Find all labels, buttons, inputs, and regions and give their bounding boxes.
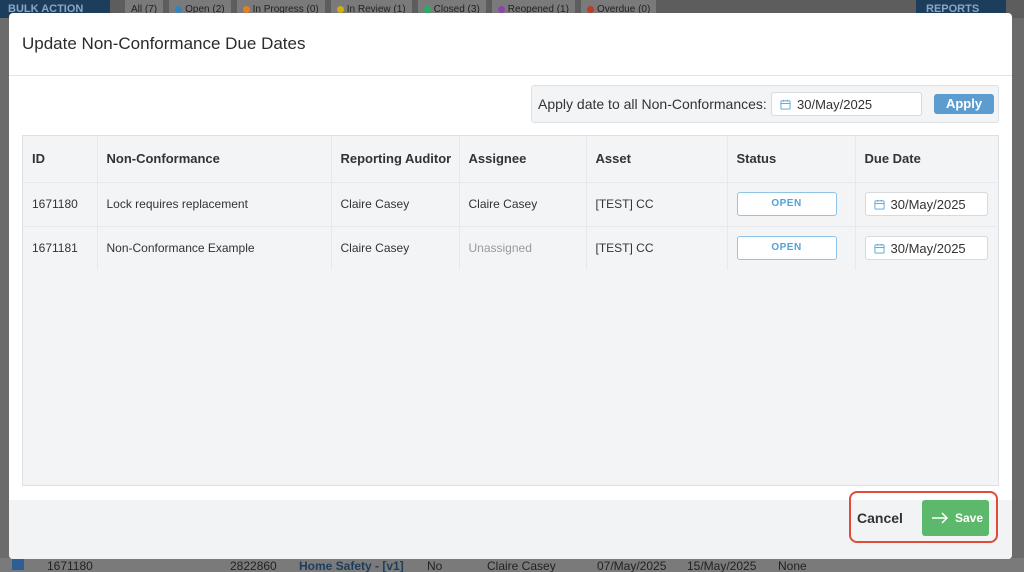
update-due-dates-modal: Update Non-Conformance Due Dates Apply d… [9,13,1012,559]
apply-date-panel: Apply date to all Non-Conformances: 30/M… [531,85,999,123]
apply-date-value: 30/May/2025 [797,96,873,112]
due-date-input[interactable]: 30/May/2025 [864,192,988,216]
column-header-assignee: Assignee [458,136,586,182]
table-row: 1671181 Non-Conformance Example Claire C… [23,225,997,270]
apply-button[interactable]: Apply [934,94,994,114]
due-date-input[interactable]: 30/May/2025 [864,236,988,261]
status-dot-icon [586,5,594,13]
calendar-icon [873,243,885,254]
status-dot-icon [242,5,250,13]
table-row: 1671180 Lock requires replacement Claire… [23,181,997,226]
arrow-right-icon [932,512,949,524]
row-flag: No [427,559,443,572]
row-assignee: None [778,559,807,572]
cell-non-conformance: Non-Conformance Example [96,225,331,270]
column-header-id: ID [32,151,45,167]
cell-status: OPEN [726,181,855,226]
modal-title: Update Non-Conformance Due Dates [22,34,306,53]
row-due: 15/May/2025 [687,559,757,572]
row-number: 2822860 [230,559,277,572]
non-conformance-table: ID Non-Conformance Reporting Auditor Ass… [22,135,999,486]
cell-reporting-auditor: Claire Casey [330,181,459,226]
calendar-icon [873,199,885,210]
cell-status: OPEN [726,225,855,270]
column-header-asset: Asset [585,136,727,182]
save-button-label: Save [955,511,984,525]
row-template-link[interactable]: Home Safety - [v1] [299,559,404,572]
cell-reporting-auditor: Claire Casey [330,225,459,270]
status-dot-icon [336,5,344,13]
column-header-reporting-auditor: Reporting Auditor [330,136,459,182]
divider [9,75,1012,76]
table-header-row: ID Non-Conformance Reporting Auditor Ass… [23,136,997,182]
row-id: 1671180 [47,559,93,572]
due-date-value: 30/May/2025 [890,240,966,256]
column-header-status: Status [726,136,855,182]
cell-asset: [TEST] CC [585,225,727,270]
due-date-value: 30/May/2025 [890,196,966,212]
status-badge: OPEN [736,236,837,261]
column-header-due-date: Due Date [854,136,997,182]
column-header-non-conformance: Non-Conformance [96,136,331,182]
cell-due-date: 30/May/2025 [854,181,997,226]
status-dot-icon [423,5,431,13]
row-created: 07/May/2025 [597,559,667,572]
save-button[interactable]: Save [922,500,989,536]
background-table-row: 1671180 2822860 Home Safety - [v1] No Cl… [0,558,1024,572]
cell-id: 1671180 [23,181,97,226]
row-checkbox[interactable] [12,558,24,570]
cell-assignee: Unassigned [458,225,586,270]
row-auditor: Claire Casey [487,559,556,572]
cell-non-conformance: Lock requires replacement [96,181,331,226]
cell-assignee: Claire Casey [458,181,586,226]
status-dot-icon [497,5,505,13]
status-badge: OPEN [736,192,837,216]
cell-due-date: 30/May/2025 [854,225,997,270]
cancel-button[interactable]: Cancel [857,510,903,526]
status-dot-icon [175,5,183,13]
cell-id: 1671181 [23,225,97,270]
cell-asset: [TEST] CC [585,181,727,226]
apply-date-label: Apply date to all Non-Conformances: [538,96,767,112]
calendar-icon [780,99,791,110]
apply-date-input[interactable]: 30/May/2025 [771,92,922,116]
